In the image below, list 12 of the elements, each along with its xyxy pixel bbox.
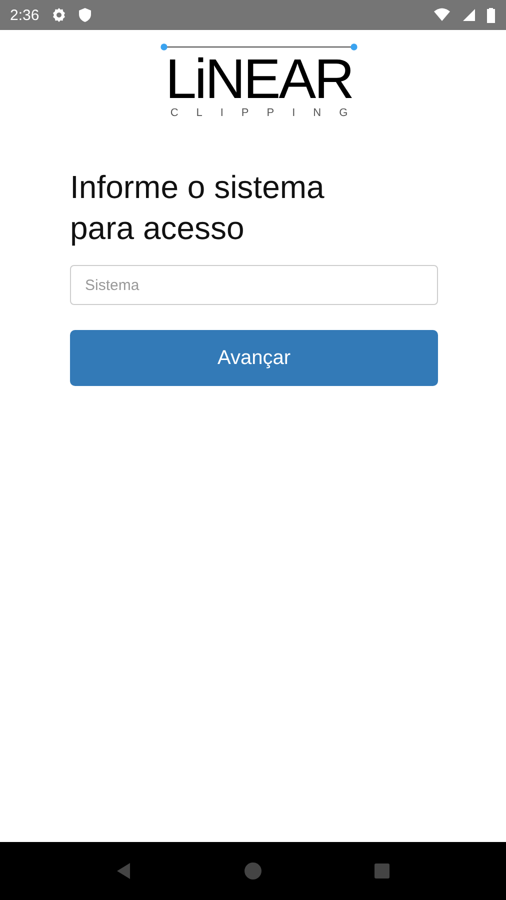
wifi-icon [434,7,450,23]
home-icon[interactable] [242,861,263,881]
heading: Informe o sistema para acesso [70,168,326,248]
shield-icon [77,7,94,23]
status-time: 2:36 [10,6,40,24]
settings-icon [51,7,68,23]
system-field[interactable]: Sistema [70,265,438,305]
advance-button[interactable]: Avançar [70,330,438,386]
logo-subtitle: CLIPPING [170,107,366,119]
logo-title: LiNEAR [165,53,353,105]
recents-icon[interactable] [372,861,392,881]
battery-icon [486,7,496,23]
